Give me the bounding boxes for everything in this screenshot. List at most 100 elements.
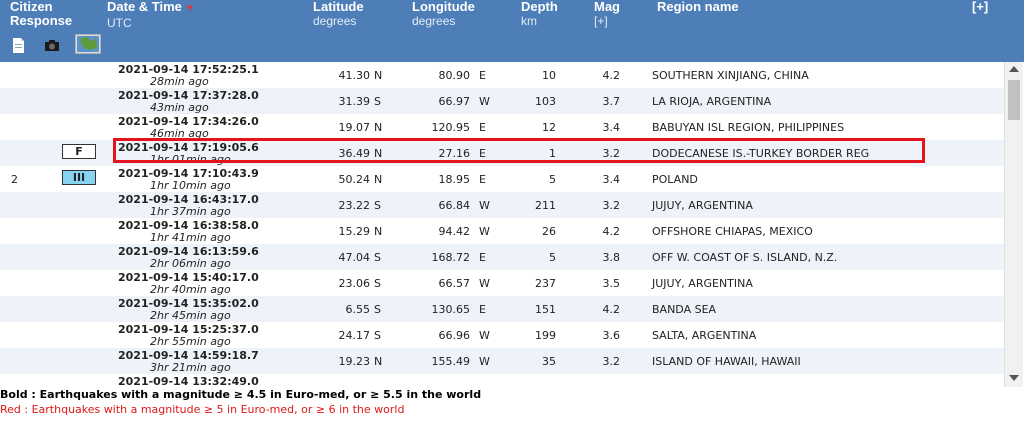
table-row[interactable]: 2021-09-14 17:52:25.1 28min ago 41.30 N 80.9…	[0, 62, 1004, 88]
table-row[interactable]: 2 2021-09-14 17:10:43.9 1hr 10min ago 50.24…	[0, 166, 1004, 192]
latitude-direction: N	[374, 69, 383, 82]
event-time-ago: 2hr 55min ago	[150, 335, 231, 348]
map-icon[interactable]	[75, 34, 101, 54]
table-row[interactable]: 2021-09-14 16:38:58.0 1hr 41min ago 15.29 N…	[0, 218, 1004, 244]
longitude-value: 94.42	[438, 225, 471, 238]
event-time-ago: 2hr 45min ago	[150, 309, 231, 322]
citizen-report-count[interactable]: 2	[11, 173, 18, 186]
mag-header[interactable]: Mag [+]	[594, 0, 620, 29]
table-row[interactable]: 2021-09-14 15:25:37.0 2hr 55min ago 24.17 S…	[0, 322, 1004, 348]
region-name: SALTA, ARGENTINA	[652, 329, 757, 342]
latitude-label: Latitude	[313, 0, 364, 14]
latitude-direction: S	[374, 329, 381, 342]
latitude-unit: degrees	[313, 14, 357, 28]
depth-value: 26	[542, 225, 556, 238]
event-time-ago: 1hr 41min ago	[150, 231, 231, 244]
table-row[interactable]: 2021-09-14 17:34:26.0 46min ago 19.07 N 120.…	[0, 114, 1004, 140]
latitude-value: 31.39	[338, 95, 371, 108]
date-time-label: Date & Time	[107, 0, 182, 14]
event-time-ago: 43min ago	[150, 101, 209, 114]
table-row[interactable]: 2021-09-14 14:59:18.7 3hr 21min ago 19.23 N…	[0, 348, 1004, 374]
mag-label: Mag	[594, 0, 620, 14]
magnitude-value: 4.2	[602, 69, 621, 82]
depth-header[interactable]: Depth km	[521, 0, 558, 29]
depth-value: 237	[535, 277, 556, 290]
latitude-value: 23.06	[338, 277, 371, 290]
longitude-direction: W	[479, 225, 490, 238]
depth-unit: km	[521, 14, 537, 28]
latitude-direction: S	[374, 303, 381, 316]
legend-bold: Bold : Earthquakes with a magnitude ≥ 4.…	[0, 388, 482, 401]
citizen-header-line1: Citizen	[10, 0, 53, 14]
latitude-direction: N	[374, 355, 383, 368]
event-time-ago: 28min ago	[150, 75, 209, 88]
table-row[interactable]: 2021-09-14 16:43:17.0 1hr 37min ago 23.22 S…	[0, 192, 1004, 218]
longitude-value: 18.95	[438, 173, 471, 186]
longitude-direction: E	[479, 251, 486, 264]
date-time-header[interactable]: Date & Time ▼ UTC	[107, 0, 195, 31]
event-time-ago: 3hr 21min ago	[150, 361, 231, 374]
longitude-direction: E	[479, 69, 486, 82]
longitude-unit: degrees	[412, 14, 456, 28]
document-icon[interactable]	[12, 38, 25, 53]
region-name: OFF W. COAST OF S. ISLAND, N.Z.	[652, 251, 838, 264]
region-label: Region name	[657, 0, 739, 14]
region-name: LA RIOJA, ARGENTINA	[652, 95, 772, 108]
longitude-value: 66.97	[438, 95, 471, 108]
sort-desc-icon[interactable]: ▼	[185, 3, 195, 14]
longitude-header[interactable]: Longitude degrees	[412, 0, 475, 29]
latitude-value: 19.07	[338, 121, 371, 134]
legend-red: Red : Earthquakes with a magnitude ≥ 5 i…	[0, 403, 405, 416]
table-row[interactable]: 2021-09-14 17:37:28.0 43min ago 31.39 S 66.9…	[0, 88, 1004, 114]
latitude-value: 41.30	[338, 69, 371, 82]
latitude-direction: N	[374, 121, 383, 134]
event-time-ago: 2hr 06min ago	[150, 257, 231, 270]
latitude-value: 50.24	[338, 173, 371, 186]
latitude-value: 47.04	[338, 251, 371, 264]
depth-value: 12	[542, 121, 556, 134]
scroll-down-icon[interactable]	[1009, 375, 1019, 381]
intensity-badge[interactable]: III	[62, 170, 96, 185]
longitude-direction: W	[479, 199, 490, 212]
citizen-response-header: Citizen Response	[10, 0, 72, 28]
depth-value: 5	[549, 251, 556, 264]
mag-expand-link[interactable]: [+]	[594, 14, 620, 29]
longitude-direction: W	[479, 95, 490, 108]
longitude-direction: W	[479, 277, 490, 290]
region-name: BANDA SEA	[652, 303, 717, 316]
table-row[interactable]: 2021-09-14 16:13:59.6 2hr 06min ago 47.04 S…	[0, 244, 1004, 270]
region-name: ISLAND OF HAWAII, HAWAII	[652, 355, 801, 368]
event-time-ago: 1hr 10min ago	[150, 179, 231, 192]
scrollbar-thumb[interactable]	[1008, 80, 1020, 120]
latitude-direction: S	[374, 199, 381, 212]
longitude-direction: W	[479, 355, 490, 368]
longitude-value: 130.65	[431, 303, 471, 316]
vertical-scrollbar[interactable]	[1004, 62, 1023, 387]
longitude-value: 66.96	[438, 329, 471, 342]
table-row[interactable]: 2021-09-14 15:40:17.0 2hr 40min ago 23.06 S…	[0, 270, 1004, 296]
table-row[interactable]: 2021-09-14 13:32:49.0	[0, 374, 1004, 387]
event-datetime-link[interactable]: 2021-09-14 13:32:49.0	[118, 375, 259, 387]
region-name: JUJUY, ARGENTINA	[652, 277, 753, 290]
region-name: JUJUY, ARGENTINA	[652, 199, 753, 212]
depth-label: Depth	[521, 0, 558, 14]
region-header[interactable]: Region name	[657, 0, 739, 14]
magnitude-value: 3.8	[602, 251, 621, 264]
magnitude-value: 3.2	[602, 199, 621, 212]
camera-icon[interactable]	[44, 38, 60, 53]
earthquake-table: 2021-09-14 17:52:25.1 28min ago 41.30 N 80.9…	[0, 62, 1004, 387]
utc-label: UTC	[107, 16, 132, 30]
latitude-direction: S	[374, 95, 381, 108]
felt-report-badge[interactable]: F	[62, 144, 96, 159]
table-row[interactable]: 2021-09-14 15:35:02.0 2hr 45min ago 6.55 S 1…	[0, 296, 1004, 322]
longitude-label: Longitude	[412, 0, 475, 14]
latitude-header[interactable]: Latitude degrees	[313, 0, 364, 29]
depth-value: 151	[535, 303, 556, 316]
scroll-up-icon[interactable]	[1009, 66, 1019, 72]
latitude-value: 19.23	[338, 355, 371, 368]
region-name: OFFSHORE CHIAPAS, MEXICO	[652, 225, 813, 238]
longitude-value: 155.49	[431, 355, 471, 368]
expand-all-link[interactable]: [+]	[972, 0, 988, 14]
magnitude-value: 3.4	[602, 121, 621, 134]
longitude-value: 168.72	[431, 251, 471, 264]
